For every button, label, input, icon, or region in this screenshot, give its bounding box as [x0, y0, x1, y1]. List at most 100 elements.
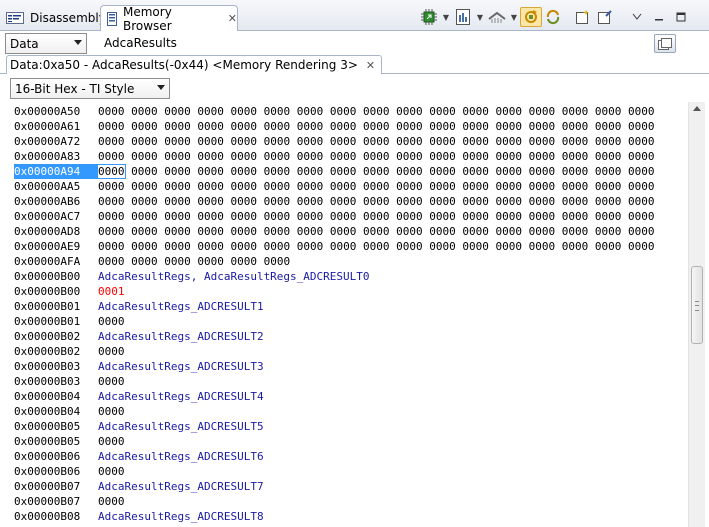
- memory-cell[interactable]: 0000: [628, 180, 655, 193]
- tab-disassembly[interactable]: Disassembly: [4, 5, 106, 31]
- memory-row[interactable]: 0x00000B06 0000: [14, 464, 125, 479]
- memory-cell[interactable]: 0000: [396, 225, 423, 238]
- memory-cell[interactable]: 0000: [496, 120, 523, 133]
- memory-cell[interactable]: 0000: [197, 135, 224, 148]
- memory-cell[interactable]: 0000: [330, 135, 357, 148]
- memory-cell[interactable]: 0000: [264, 255, 291, 268]
- scroll-up-icon[interactable]: [693, 106, 701, 111]
- memory-row[interactable]: 0x00000B01 0000: [14, 314, 125, 329]
- memory-cell[interactable]: 0000: [98, 465, 125, 478]
- memory-cell[interactable]: 0000: [330, 225, 357, 238]
- memory-cell[interactable]: 0000: [562, 105, 589, 118]
- memory-cell[interactable]: 0000: [363, 135, 390, 148]
- memory-row[interactable]: 0x00000AD8 0000 0000 0000 0000 0000 0000 …: [14, 224, 655, 239]
- address-expression-input[interactable]: AdcaResults: [100, 33, 648, 53]
- memory-cell[interactable]: 0000: [231, 210, 258, 223]
- memory-cell[interactable]: 0000: [131, 150, 158, 163]
- memory-cell[interactable]: 0000: [197, 150, 224, 163]
- memory-cell[interactable]: 0000: [595, 195, 622, 208]
- memory-cell[interactable]: 0000: [330, 165, 357, 178]
- memory-cell[interactable]: 0000: [562, 195, 589, 208]
- memory-row[interactable]: 0x00000B07 0000: [14, 494, 125, 509]
- memory-cell[interactable]: 0000: [297, 210, 324, 223]
- memory-cell[interactable]: 0000: [396, 150, 423, 163]
- memory-cell[interactable]: 0000: [429, 165, 456, 178]
- memory-cell[interactable]: 0000: [98, 255, 125, 268]
- memory-cell[interactable]: 0000: [98, 240, 125, 253]
- memory-cell[interactable]: 0000: [496, 105, 523, 118]
- memory-row[interactable]: 0x00000B05 AdcaResultRegs_ADCRESULT5: [14, 419, 264, 434]
- memory-cell[interactable]: 0000: [595, 120, 622, 133]
- memory-cell[interactable]: 0000: [197, 165, 224, 178]
- memory-cell[interactable]: 0000: [529, 210, 556, 223]
- memory-cell[interactable]: 0000: [197, 120, 224, 133]
- memory-row[interactable]: 0x00000A94 0000 0000 0000 0000 0000 0000 …: [14, 164, 655, 179]
- memory-cell[interactable]: 0000: [197, 195, 224, 208]
- memory-cell[interactable]: 0000: [628, 210, 655, 223]
- memory-cell[interactable]: 0000: [529, 180, 556, 193]
- memory-cell[interactable]: 0000: [429, 225, 456, 238]
- memory-cell[interactable]: 0000: [98, 375, 125, 388]
- memory-cell[interactable]: 0000: [98, 105, 125, 118]
- memory-cell[interactable]: 0000: [462, 195, 489, 208]
- memory-cell[interactable]: 0000: [363, 240, 390, 253]
- memory-cell[interactable]: 0000: [231, 225, 258, 238]
- memory-cell[interactable]: 0000: [131, 180, 158, 193]
- memory-row[interactable]: 0x00000A61 0000 0000 0000 0000 0000 0000 …: [14, 119, 655, 134]
- memory-cell[interactable]: 0000: [529, 225, 556, 238]
- chevron-down-icon[interactable]: ▼: [508, 13, 520, 22]
- memory-cell[interactable]: 0000: [98, 345, 125, 358]
- memory-cell[interactable]: 0000: [297, 195, 324, 208]
- import-memory-button[interactable]: [418, 7, 440, 27]
- memory-cell[interactable]: 0000: [562, 135, 589, 148]
- memory-cell[interactable]: 0000: [264, 120, 291, 133]
- memory-cell[interactable]: 0000: [496, 225, 523, 238]
- memory-cell[interactable]: 0000: [197, 105, 224, 118]
- memory-cell[interactable]: 0000: [131, 135, 158, 148]
- memory-cell[interactable]: 0000: [197, 180, 224, 193]
- memory-cell[interactable]: 0000: [462, 180, 489, 193]
- memory-cell[interactable]: 0000: [164, 150, 191, 163]
- memory-cell[interactable]: 0000: [496, 135, 523, 148]
- memory-row[interactable]: 0x00000A83 0000 0000 0000 0000 0000 0000 …: [14, 149, 655, 164]
- memory-row[interactable]: 0x00000B00 0001: [14, 284, 125, 299]
- memory-cell[interactable]: 0001: [98, 285, 125, 298]
- memory-cell[interactable]: 0000: [98, 150, 125, 163]
- new-memory-view-button[interactable]: [572, 7, 594, 27]
- memory-cell[interactable]: 0000: [462, 120, 489, 133]
- memory-row[interactable]: 0x00000AA5 0000 0000 0000 0000 0000 0000 …: [14, 179, 655, 194]
- memory-cell[interactable]: 0000: [562, 150, 589, 163]
- memory-cell[interactable]: 0000: [363, 180, 390, 193]
- memory-cell[interactable]: 0000: [231, 105, 258, 118]
- memory-cell[interactable]: 0000: [98, 435, 125, 448]
- memory-cell[interactable]: 0000: [429, 105, 456, 118]
- memory-cell[interactable]: 0000: [98, 210, 125, 223]
- memory-cell[interactable]: 0000: [462, 135, 489, 148]
- memory-cell[interactable]: 0000: [363, 210, 390, 223]
- pin-view-button[interactable]: [594, 7, 616, 27]
- memory-cell[interactable]: 0000: [363, 165, 390, 178]
- memory-page-select[interactable]: Data: [5, 33, 87, 54]
- memory-row[interactable]: 0x00000B07 AdcaResultRegs_ADCRESULT7: [14, 479, 264, 494]
- memory-cell[interactable]: 0000: [297, 120, 324, 133]
- memory-cell[interactable]: 0000: [628, 135, 655, 148]
- memory-cell[interactable]: 0000: [98, 120, 125, 133]
- save-memory-button[interactable]: [452, 7, 474, 27]
- memory-cell[interactable]: 0000: [396, 105, 423, 118]
- memory-row[interactable]: 0x00000B01 AdcaResultRegs_ADCRESULT1: [14, 299, 264, 314]
- memory-cell[interactable]: 0000: [164, 180, 191, 193]
- memory-cell[interactable]: 0000: [131, 120, 158, 133]
- memory-cell[interactable]: 0000: [197, 255, 224, 268]
- memory-cell[interactable]: 0000: [595, 105, 622, 118]
- memory-cell[interactable]: 0000: [396, 135, 423, 148]
- memory-cell[interactable]: 0000: [297, 180, 324, 193]
- memory-cell[interactable]: 0000: [98, 495, 125, 508]
- memory-cell[interactable]: 0000: [595, 180, 622, 193]
- memory-cell[interactable]: 0000: [462, 165, 489, 178]
- memory-cell[interactable]: 0000: [529, 105, 556, 118]
- memory-cell[interactable]: 0000: [595, 150, 622, 163]
- memory-cell[interactable]: 0000: [164, 240, 191, 253]
- memory-cell[interactable]: 0000: [264, 105, 291, 118]
- memory-cell[interactable]: 0000: [628, 105, 655, 118]
- memory-cell[interactable]: 0000: [231, 195, 258, 208]
